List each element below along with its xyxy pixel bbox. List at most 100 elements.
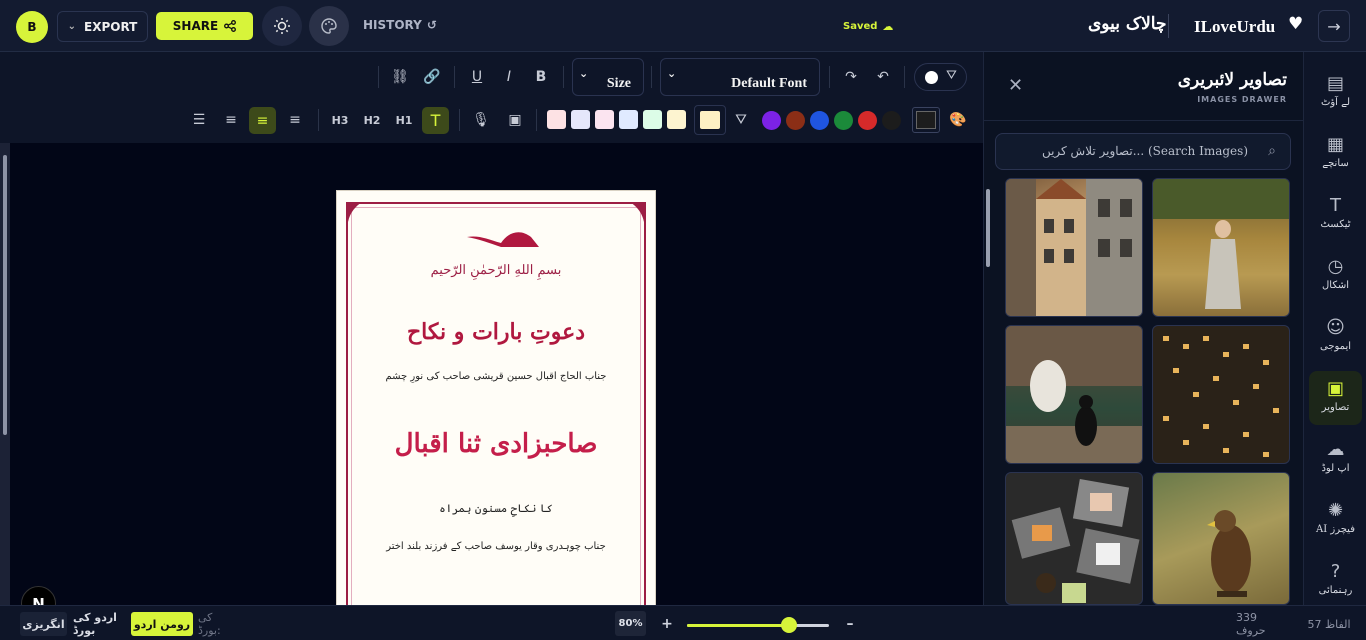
document-page[interactable]: بسمِ اللهِ الرّحمٰنِ الرّحیم دعوتِ بارات…	[336, 190, 656, 610]
align-center-button[interactable]: ≡	[249, 107, 276, 134]
close-icon[interactable]: ✕	[1008, 75, 1023, 96]
rail-item-text[interactable]: T ٹیکسٹ	[1309, 188, 1362, 242]
text-color-toggle[interactable]: ⛛	[914, 63, 967, 91]
urdu-keyboard-button[interactable]: اردو کی بورڈ	[73, 611, 128, 637]
italic-icon[interactable]: I	[496, 64, 522, 90]
share-button[interactable]: SHARE	[156, 12, 253, 40]
drawer-scrollbar[interactable]	[984, 179, 992, 604]
background-swatch[interactable]	[667, 110, 686, 129]
history-button[interactable]: HISTORY ↺	[363, 18, 437, 32]
background-swatch[interactable]	[595, 110, 614, 129]
toolbar-divider	[536, 109, 537, 131]
cloud-icon: ☁	[882, 20, 894, 33]
bold-icon[interactable]: B	[528, 64, 554, 90]
rail-item-label: اپ لوڈ	[1321, 463, 1350, 474]
text-color-dot[interactable]	[810, 111, 829, 130]
building-lights-photo	[1163, 336, 1279, 457]
color-palette-icon[interactable]: 🎨	[945, 107, 971, 133]
selected-swatch-frame[interactable]	[694, 105, 726, 135]
building-photo	[1006, 179, 1142, 316]
rail-item-ai[interactable]: ✺ AI فیچرز	[1309, 493, 1362, 547]
rail-item-shapes[interactable]: ◷ اشکال	[1309, 249, 1362, 303]
heading-1-button[interactable]: H1	[391, 107, 417, 133]
image-thumbnail-building-lights[interactable]	[1152, 325, 1290, 464]
background-swatch[interactable]	[619, 110, 638, 129]
formatting-toolbar: ⛓ 🔗 U I B ⌄ Size ⌄ Default Font ↷ ↶ ⛛ ☰ …	[0, 52, 983, 143]
rail-item-emoji[interactable]: ☺ ایموجی	[1309, 310, 1362, 364]
scrollbar-thumb[interactable]	[3, 155, 7, 435]
corner-ornament-left	[346, 202, 362, 222]
brand-logo[interactable]: ILoveUrdu	[1194, 17, 1275, 37]
justify-icon[interactable]: ☰	[186, 107, 212, 133]
align-center-icon: ≡	[256, 112, 269, 129]
image-thumbnail-woman-field[interactable]	[1152, 178, 1290, 317]
align-right-icon[interactable]: ≡	[282, 107, 308, 133]
zoom-slider-knob[interactable]	[781, 617, 798, 633]
editor-scrollbar[interactable]	[0, 143, 10, 605]
host-line: جناب الحاج اقبال حسین قریشی صاحب کی نورِ…	[385, 371, 607, 382]
text-icon: T	[1330, 194, 1341, 216]
rail-item-label: ایموجی	[1319, 341, 1352, 352]
custom-color-button[interactable]	[912, 107, 940, 133]
text-color-dot[interactable]	[882, 111, 901, 130]
text-color-dot[interactable]	[858, 111, 877, 130]
zoom-in-icon[interactable]: +	[660, 612, 674, 636]
history-label: HISTORY	[363, 18, 422, 32]
decorative-ornament	[467, 232, 539, 247]
chevron-down-icon: ⌄	[667, 67, 677, 80]
image-thumbnail-hawk[interactable]	[1152, 472, 1290, 605]
export-button[interactable]: ⌄ EXPORT	[57, 11, 148, 42]
image-thumbnail-building[interactable]	[1005, 178, 1143, 317]
zoom-slider[interactable]	[687, 624, 829, 627]
underline-icon[interactable]: U	[464, 64, 490, 90]
font-family-label: Default Font	[731, 76, 807, 91]
fill-icon[interactable]: ⛛	[728, 107, 754, 133]
arrow-right-icon: →	[1327, 16, 1341, 36]
microphone-icon[interactable]: 🎙	[468, 107, 494, 133]
heading-3-button[interactable]: H3	[327, 107, 353, 133]
image-thumbnail-dessert[interactable]	[1005, 472, 1143, 605]
link-icon[interactable]: 🔗	[419, 64, 445, 90]
text-style-button[interactable]: T	[422, 107, 449, 134]
rail-item-templates[interactable]: ▦ سانچے	[1309, 127, 1362, 181]
unlink-icon[interactable]: ⛓	[387, 64, 413, 90]
font-family-select[interactable]: ⌄ Default Font	[660, 58, 820, 96]
text-color-dot[interactable]	[786, 111, 805, 130]
rail-item-image[interactable]: ▣ تصاویر	[1309, 371, 1362, 425]
image-search-input[interactable]: تصاویر تلاش کریں... (Search Images) ⌕	[995, 133, 1291, 170]
forward-arrow-button[interactable]: →	[1318, 10, 1350, 42]
insert-image-icon[interactable]: ▣	[502, 107, 528, 133]
theme-toggle-button[interactable]	[262, 6, 302, 46]
align-left-icon[interactable]: ≡	[218, 107, 244, 133]
rail-item-layout[interactable]: ▤ لے آؤٹ	[1309, 66, 1362, 120]
rail-item-help[interactable]: ? رہنمائی	[1309, 554, 1362, 608]
rail-item-label: AI فیچرز	[1316, 524, 1355, 535]
toolbar-divider	[904, 66, 905, 88]
text-color-dot[interactable]	[762, 111, 781, 130]
rail-item-label: اشکال	[1322, 280, 1349, 291]
redo-icon[interactable]: ↷	[838, 64, 864, 90]
zoom-out-icon[interactable]: –	[843, 612, 857, 636]
roman-urdu-button[interactable]: رومن اردو	[131, 612, 193, 636]
scrollbar-thumb[interactable]	[986, 189, 990, 267]
background-swatch[interactable]	[571, 110, 590, 129]
nikah-line: کا نکاحِ مسنون ہمراہ	[439, 502, 553, 515]
user-avatar[interactable]: B	[16, 11, 48, 43]
undo-icon[interactable]: ↶	[870, 64, 896, 90]
image-thumbnail-cat-statue[interactable]	[1005, 325, 1143, 464]
shapes-icon: ◷	[1327, 255, 1344, 277]
heading-2-button[interactable]: H2	[359, 107, 385, 133]
corner-ornament-right	[630, 202, 646, 222]
white-dot-icon	[925, 71, 938, 84]
char-count: 339 حروف	[1236, 611, 1266, 637]
font-size-select[interactable]: ⌄ Size	[572, 58, 644, 96]
ai-icon: ✺	[1327, 499, 1344, 521]
layout-icon: ▤	[1326, 72, 1344, 94]
text-color-dot[interactable]	[834, 111, 853, 130]
english-keyboard-button[interactable]: انگریزی	[20, 612, 67, 636]
palette-button[interactable]	[309, 6, 349, 46]
selected-swatch	[700, 111, 720, 129]
rail-item-upload[interactable]: ☁ اپ لوڈ	[1309, 432, 1362, 486]
background-swatch[interactable]	[643, 110, 662, 129]
background-swatch[interactable]	[547, 110, 566, 129]
